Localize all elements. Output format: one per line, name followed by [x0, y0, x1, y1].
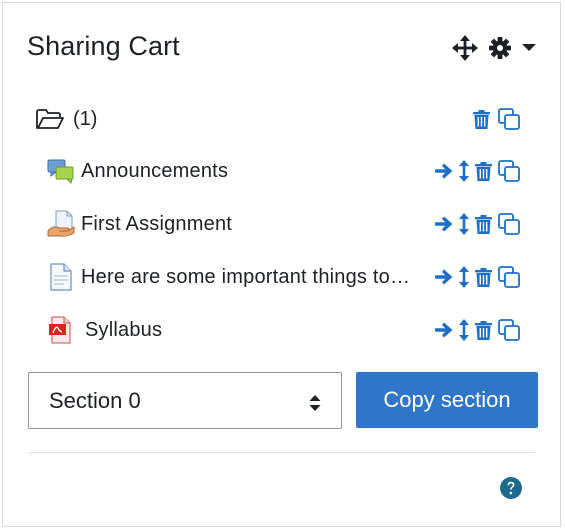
select-arrows-icon — [309, 392, 321, 418]
block-header-actions — [452, 35, 536, 61]
move-vertical-icon[interactable] — [459, 266, 469, 288]
caret-down-icon[interactable] — [522, 43, 536, 53]
item-label[interactable]: Here are some important things to know — [81, 266, 413, 289]
item-label[interactable]: First Assignment — [81, 213, 232, 236]
move-vertical-icon[interactable] — [459, 160, 469, 182]
item-actions — [435, 319, 520, 341]
trash-icon[interactable] — [475, 161, 492, 181]
copy-icon[interactable] — [498, 213, 520, 235]
section-select-value: Section 0 — [49, 387, 141, 413]
move-right-icon[interactable] — [435, 215, 453, 233]
move-vertical-icon[interactable] — [459, 319, 469, 341]
item-actions — [435, 160, 520, 182]
folder-count: (1) — [73, 107, 98, 130]
divider — [28, 452, 535, 453]
item-label[interactable]: Announcements — [81, 160, 228, 183]
item-label[interactable]: Syllabus — [85, 319, 162, 342]
move-vertical-icon[interactable] — [459, 213, 469, 235]
list-item: First Assignment — [47, 208, 520, 240]
block-title: Sharing Cart — [27, 31, 180, 61]
move-right-icon[interactable] — [435, 321, 453, 339]
trash-icon[interactable] — [475, 214, 492, 234]
folder-row: (1) — [35, 104, 520, 134]
forum-icon — [47, 157, 75, 185]
item-actions — [435, 266, 520, 288]
move-right-icon[interactable] — [435, 268, 453, 286]
trash-icon[interactable] — [475, 267, 492, 287]
copy-icon[interactable] — [498, 319, 520, 341]
item-actions — [435, 213, 520, 235]
copy-section-button[interactable]: Copy section — [356, 372, 538, 428]
list-item: Announcements — [47, 155, 520, 187]
list-item: Here are some important things to know — [47, 261, 520, 293]
trash-icon[interactable] — [475, 320, 492, 340]
copy-icon[interactable] — [498, 266, 520, 288]
page-icon — [47, 263, 75, 291]
copy-icon[interactable] — [498, 160, 520, 182]
sharing-cart-block: Sharing Cart (1) Announcements First Ass… — [2, 2, 561, 527]
assignment-icon — [47, 210, 75, 238]
gear-icon[interactable] — [488, 36, 512, 60]
trash-icon[interactable] — [473, 109, 490, 129]
folder-open-icon[interactable] — [35, 108, 65, 130]
move-icon[interactable] — [452, 35, 478, 61]
copy-icon[interactable] — [498, 108, 520, 130]
folder-actions — [473, 108, 520, 130]
move-right-icon[interactable] — [435, 162, 453, 180]
help-icon[interactable] — [499, 476, 523, 505]
pdf-icon — [47, 316, 75, 344]
section-select[interactable]: Section 0 — [28, 372, 342, 429]
list-item: Syllabus — [47, 314, 520, 346]
